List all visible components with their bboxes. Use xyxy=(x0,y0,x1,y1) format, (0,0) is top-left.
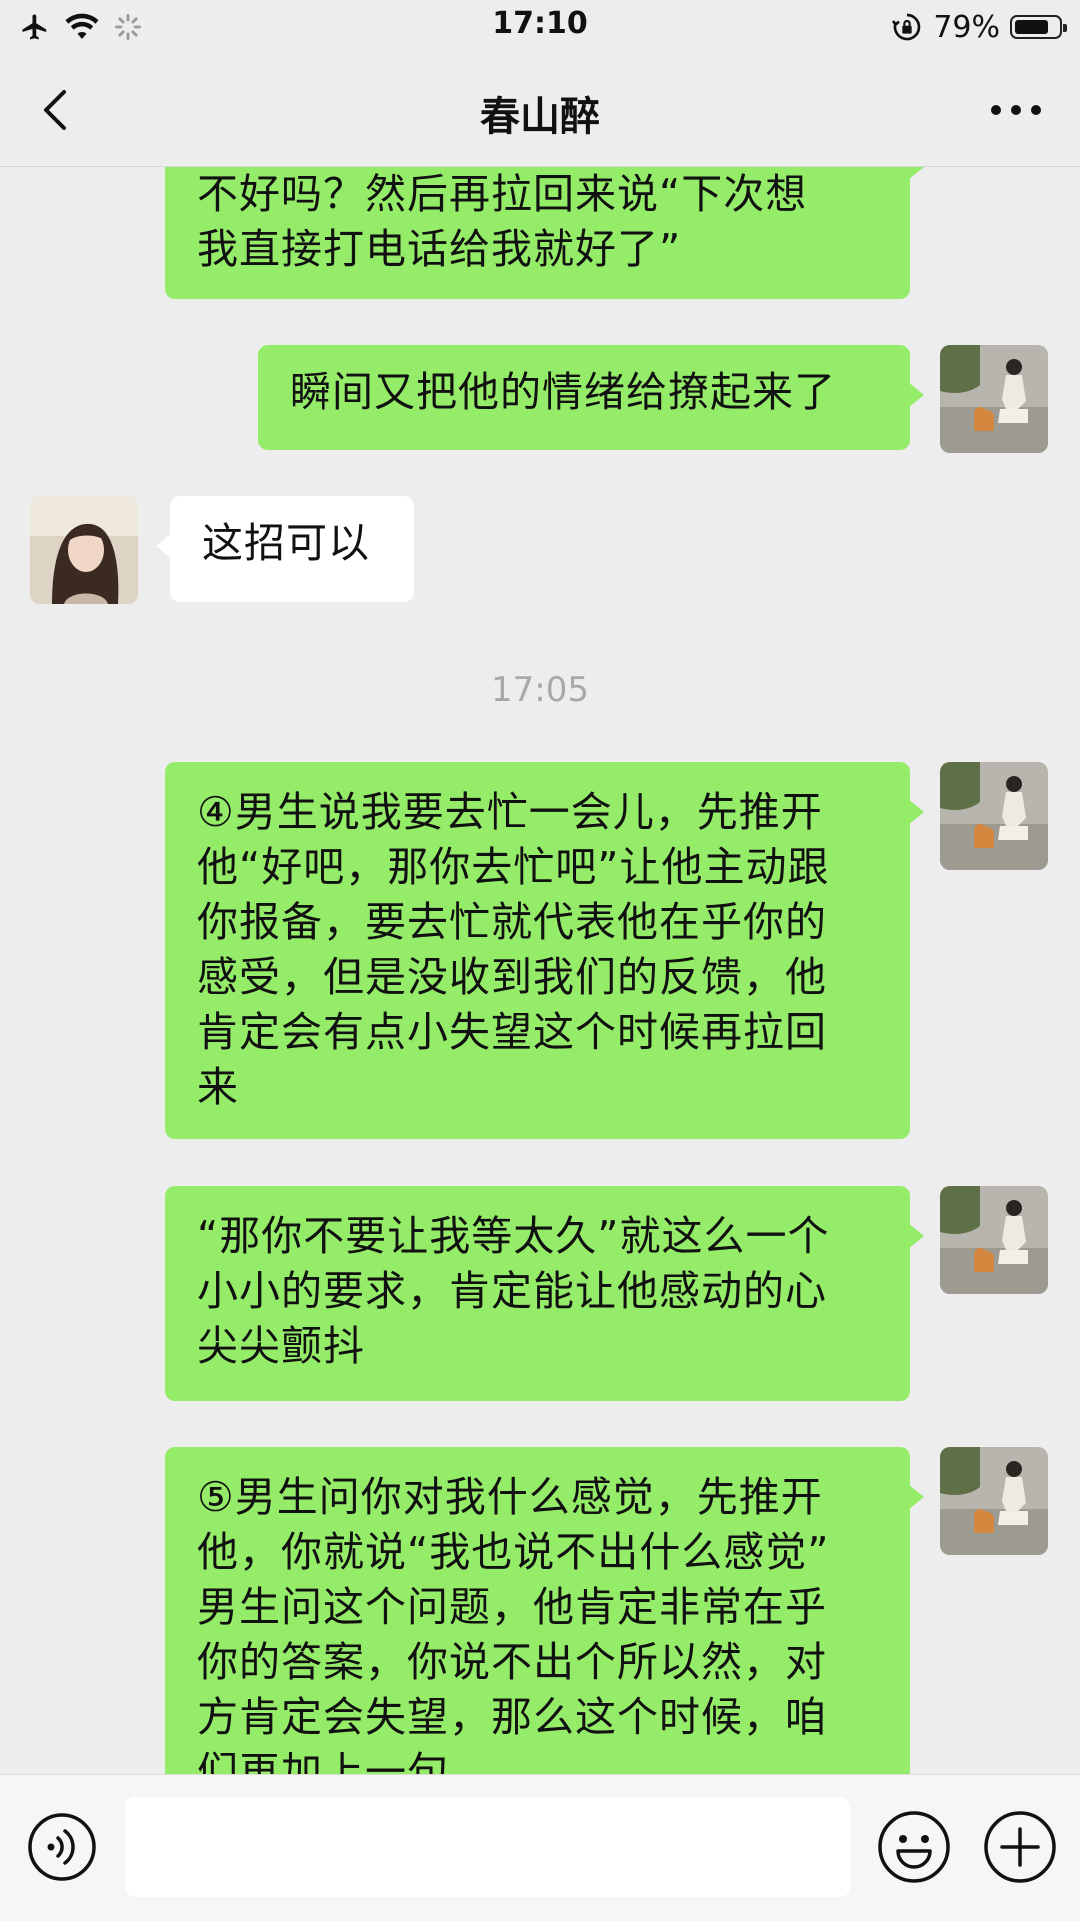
my-avatar[interactable] xyxy=(940,1186,1048,1294)
avatar-image-woman-with-cat xyxy=(940,1447,1048,1555)
message-bubble-sent[interactable]: 不好吗？然后再拉回来说“下次想 我直接打电话给我就好了” xyxy=(165,167,924,299)
message-text: 不好吗？然后再拉回来说“下次想 我直接打电话给我就好了” xyxy=(197,170,808,273)
battery-percent: 79% xyxy=(933,9,1000,45)
message-text: “那你不要让我等太久”就这么一个 小小的要求，肯定能让他感动的心 尖尖颤抖 xyxy=(197,1212,830,1370)
contact-avatar[interactable] xyxy=(30,496,138,604)
voice-input-icon[interactable] xyxy=(26,1811,98,1883)
message-text: 瞬间又把他的情绪给撩起来了 xyxy=(290,368,836,416)
battery-level xyxy=(1015,20,1048,34)
message-bubble-sent[interactable]: ⑤男生问你对我什么感觉，先推开 他，你就说“我也说不出什么感觉” 男生问这个问题… xyxy=(165,1447,924,1774)
avatar-image-woman-with-cat xyxy=(940,1186,1048,1294)
my-avatar[interactable] xyxy=(940,762,1048,870)
avatar-image-woman-with-cat xyxy=(940,345,1048,453)
my-avatar[interactable] xyxy=(940,345,1048,453)
chat-header: 春山醉 xyxy=(0,54,1080,167)
message-list[interactable]: 不好吗？然后再拉回来说“下次想 我直接打电话给我就好了” 瞬间又把他的情绪给撩起… xyxy=(0,167,1080,1774)
message-text: ④男生说我要去忙一会儿，先推开 他“好吧，那你去忙吧”让他主动跟 你报备，要去忙… xyxy=(197,788,830,1111)
message-input[interactable] xyxy=(125,1797,850,1897)
add-more-icon[interactable] xyxy=(982,1809,1058,1885)
message-text: ⑤男生问你对我什么感觉，先推开 他，你就说“我也说不出什么感觉” 男生问这个问题… xyxy=(197,1473,830,1774)
avatar-image-woman-with-cat xyxy=(940,762,1048,870)
message-bubble-sent[interactable]: ④男生说我要去忙一会儿，先推开 他“好吧，那你去忙吧”让他主动跟 你报备，要去忙… xyxy=(165,762,924,1139)
orientation-lock-icon xyxy=(892,13,921,41)
my-avatar[interactable] xyxy=(940,1447,1048,1555)
chat-title: 春山醉 xyxy=(480,94,600,140)
avatar-image-woman-portrait xyxy=(30,496,138,604)
message-timestamp: 17:05 xyxy=(491,670,589,710)
message-text: 这招可以 xyxy=(202,519,370,567)
message-bubble-received[interactable]: 这招可以 xyxy=(156,496,414,602)
battery-icon xyxy=(1010,15,1067,39)
emoji-icon[interactable] xyxy=(876,1809,952,1885)
message-bubble-sent[interactable]: “那你不要让我等太久”就这么一个 小小的要求，肯定能让他感动的心 尖尖颤抖 xyxy=(165,1186,924,1401)
status-bar: 17:10 79% xyxy=(0,0,1080,54)
input-bar xyxy=(0,1774,1080,1921)
more-options-icon[interactable] xyxy=(986,82,1046,138)
message-bubble-sent[interactable]: 瞬间又把他的情绪给撩起来了 xyxy=(258,345,924,450)
